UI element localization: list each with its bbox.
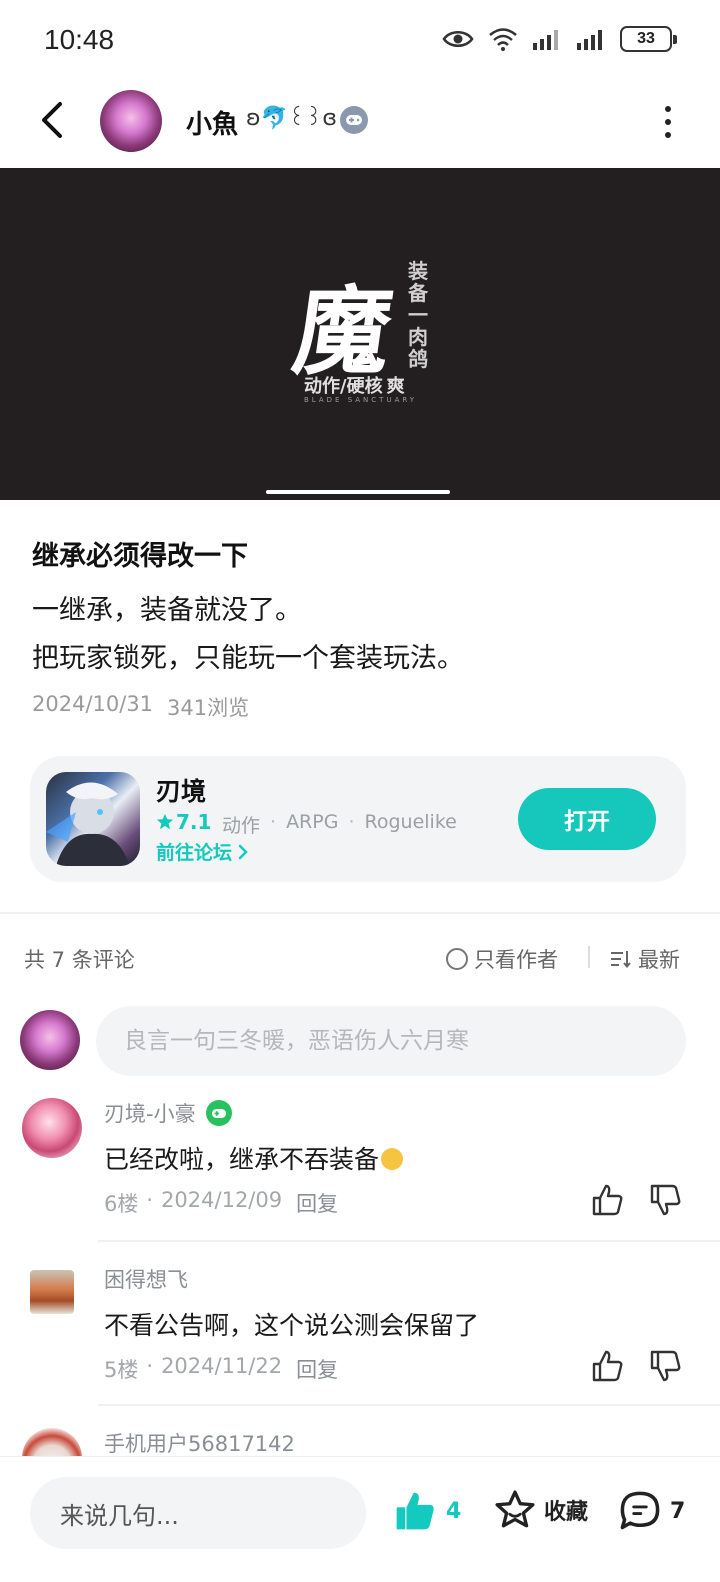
commenter-name[interactable]: 手机用户56817142 xyxy=(104,1428,295,1458)
comment-divider xyxy=(98,1404,720,1406)
section-divider xyxy=(0,912,720,914)
thumbs-up-icon[interactable] xyxy=(590,1182,626,1218)
logo-small-text: BLADE SANCTUARY xyxy=(304,396,418,404)
my-avatar xyxy=(20,1010,80,1070)
chevron-left-icon xyxy=(42,102,62,138)
post-banner-image[interactable]: 魔 装备一肉鸽 动作/硬核爽 BLADE SANCTUARY xyxy=(0,168,720,500)
say-something-input[interactable]: 来说几句... xyxy=(30,1477,366,1549)
official-badge-icon xyxy=(205,1100,232,1126)
bottom-action-bar: 来说几句... 4 收藏 7 xyxy=(0,1456,720,1582)
like-button[interactable]: 4 xyxy=(392,1489,461,1533)
battery-indicator: 33 xyxy=(620,26,677,52)
post-date: 2024/10/31 xyxy=(32,692,154,716)
reply-button[interactable]: 回复 xyxy=(296,1354,338,1384)
post-views: 341浏览 xyxy=(167,696,250,720)
game-app-icon xyxy=(46,772,140,866)
post-meta: 2024/10/31 341浏览 xyxy=(32,692,249,722)
comment-meta: 6楼 · 2024/12/09 回复 xyxy=(104,1188,339,1218)
commenter-name[interactable]: 刃境-小豪 xyxy=(104,1098,196,1128)
commenter-avatar[interactable] xyxy=(22,1098,82,1158)
status-time: 10:48 xyxy=(44,24,115,55)
thumbs-down-icon[interactable] xyxy=(648,1182,684,1218)
eye-icon xyxy=(442,31,474,47)
comment-button[interactable]: 7 xyxy=(618,1489,685,1533)
comment-text: 已经改啦，继承不吞装备 xyxy=(104,1140,404,1176)
like-count: 4 xyxy=(446,1498,462,1524)
comment-text: 不看公告啊，这个说公测会保留了 xyxy=(104,1311,480,1340)
signal-icon xyxy=(533,30,558,50)
thumbs-up-icon xyxy=(396,1492,434,1530)
open-game-button[interactable]: 打开 xyxy=(518,788,656,850)
commenter-name[interactable]: 困得想飞 xyxy=(104,1264,188,1294)
game-rating: 7.1 xyxy=(156,810,211,834)
commenter-name-row: 手机用户56817142 xyxy=(104,1428,295,1458)
radio-circle-icon xyxy=(446,948,468,970)
game-tag: ARPG xyxy=(286,811,339,833)
author-only-toggle[interactable]: 只看作者 xyxy=(446,944,558,974)
comment-divider xyxy=(98,1240,720,1242)
thumbs-up-icon[interactable] xyxy=(590,1348,626,1384)
star-outline-icon xyxy=(495,1490,535,1528)
collect-button[interactable]: 收藏 xyxy=(494,1489,588,1531)
author-avatar[interactable] xyxy=(100,90,162,152)
status-bar: 10:48 33 xyxy=(0,0,720,84)
collect-label: 收藏 xyxy=(544,1500,589,1525)
commenter-name-row: 刃境-小豪 xyxy=(104,1098,232,1128)
game-card[interactable]: 刃境 7.1 动作 · ARPG · Roguelike 前往论坛 打开 xyxy=(30,756,686,882)
logo-side-text: 装备一肉鸽 xyxy=(408,259,428,371)
comment-input[interactable] xyxy=(96,1006,686,1076)
game-tag: Roguelike xyxy=(364,811,457,833)
game-name: 刃境 xyxy=(156,777,207,806)
game-tag: 动作 xyxy=(222,815,261,837)
go-to-forum-link[interactable]: 前往论坛 xyxy=(156,838,248,865)
commenter-avatar[interactable] xyxy=(30,1270,74,1314)
status-icons: 33 xyxy=(442,26,677,52)
battery-level: 33 xyxy=(637,30,655,47)
post-body-line: 一继承，装备就没了。 xyxy=(32,595,302,626)
post-title: 继承必须得改一下 xyxy=(32,541,248,572)
comments-count: 共 7 条评论 xyxy=(24,948,135,972)
author-name-decor: ʚ🐬꒰꒱ɞ xyxy=(246,106,337,131)
post-header: 小魚 ʚ🐬꒰꒱ɞ xyxy=(0,84,720,168)
logo-sub-text: 动作/硬核爽 xyxy=(304,376,405,397)
chat-bubble-icon xyxy=(620,1491,660,1530)
thumbs-down-icon[interactable] xyxy=(648,1348,684,1384)
comment-count: 7 xyxy=(670,1498,686,1524)
back-button[interactable] xyxy=(30,98,74,142)
gamepad-icon xyxy=(340,106,368,134)
grin-emoji-icon xyxy=(381,1148,404,1170)
game-logo: 魔 装备一肉鸽 动作/硬核爽 BLADE SANCTUARY xyxy=(287,259,438,410)
filter-separator xyxy=(588,946,590,968)
sort-icon xyxy=(611,951,631,969)
signal-icon xyxy=(577,30,602,50)
chevron-right-icon xyxy=(238,844,248,859)
commenter-name-row: 困得想飞 xyxy=(104,1264,188,1294)
game-tags: 动作 · ARPG · Roguelike xyxy=(222,811,457,837)
carousel-indicator xyxy=(266,490,450,494)
star-icon xyxy=(156,813,174,830)
post-body-line: 把玩家锁死，只能玩一个套装玩法。 xyxy=(32,643,464,674)
author-name[interactable]: 小魚 xyxy=(186,104,238,141)
reply-button[interactable]: 回复 xyxy=(296,1188,338,1218)
sort-newest-button[interactable]: 最新 xyxy=(610,944,680,974)
comment-meta: 5楼 · 2024/11/22 回复 xyxy=(104,1354,339,1384)
wifi-icon xyxy=(489,28,517,51)
more-options-button[interactable] xyxy=(656,102,680,142)
